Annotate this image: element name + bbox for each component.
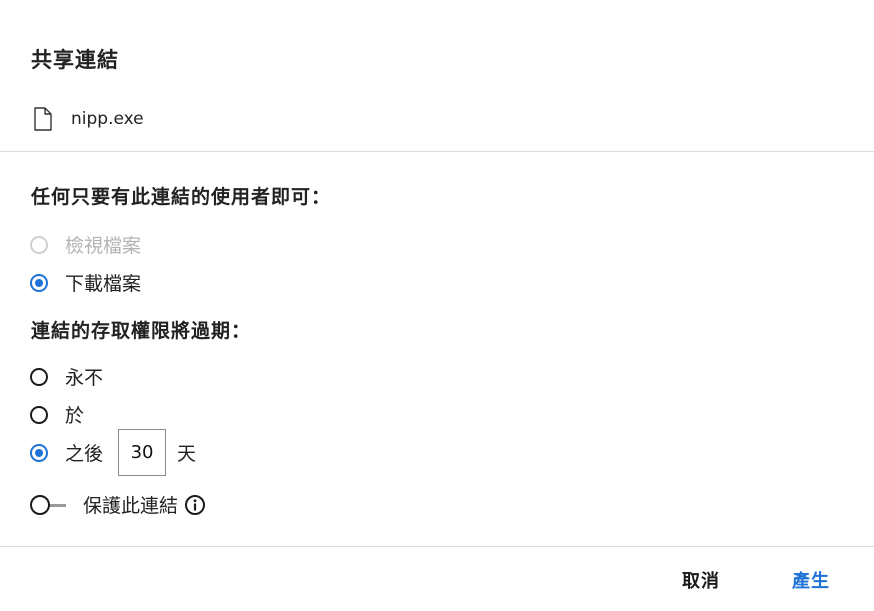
- radio-on-date[interactable]: 於: [30, 401, 84, 428]
- radio-button[interactable]: [30, 273, 48, 292]
- footer-divider: [0, 546, 874, 547]
- file-name: nipp.exe: [71, 109, 144, 129]
- file-icon: [33, 107, 53, 131]
- radio-button[interactable]: [30, 443, 48, 462]
- expiration-heading: 連結的存取權限將過期：: [31, 320, 252, 342]
- info-icon[interactable]: [184, 494, 206, 516]
- radio-button[interactable]: [30, 367, 48, 386]
- protect-link-toggle[interactable]: [30, 494, 68, 516]
- radio-download-file[interactable]: 下載檔案: [30, 269, 141, 296]
- generate-button[interactable]: 產生: [792, 567, 830, 593]
- radio-after-days[interactable]: 之後 30 天: [30, 429, 196, 476]
- permissions-heading: 任何只要有此連結的使用者即可：: [31, 186, 332, 208]
- dialog-title: 共享連結: [31, 48, 119, 72]
- radio-never[interactable]: 永不: [30, 363, 103, 390]
- protect-link-label: 保護此連結: [83, 495, 179, 517]
- radio-label: 永不: [65, 367, 104, 389]
- protect-link-row: 保護此連結: [30, 491, 206, 518]
- radio-label: 於: [65, 405, 85, 427]
- days-input[interactable]: 30: [118, 429, 167, 476]
- radio-view-file[interactable]: 檢視檔案: [30, 231, 141, 258]
- toggle-knob: [30, 494, 50, 515]
- radio-label: 檢視檔案: [65, 235, 142, 257]
- top-divider: [0, 151, 874, 152]
- radio-label: 之後: [65, 443, 104, 465]
- cancel-button[interactable]: 取消: [682, 567, 720, 593]
- file-row: nipp.exe: [33, 107, 144, 131]
- radio-button[interactable]: [30, 235, 48, 254]
- toggle-track: [48, 503, 66, 507]
- days-unit: 天: [177, 443, 197, 465]
- radio-button[interactable]: [30, 405, 48, 424]
- radio-label: 下載檔案: [65, 273, 142, 295]
